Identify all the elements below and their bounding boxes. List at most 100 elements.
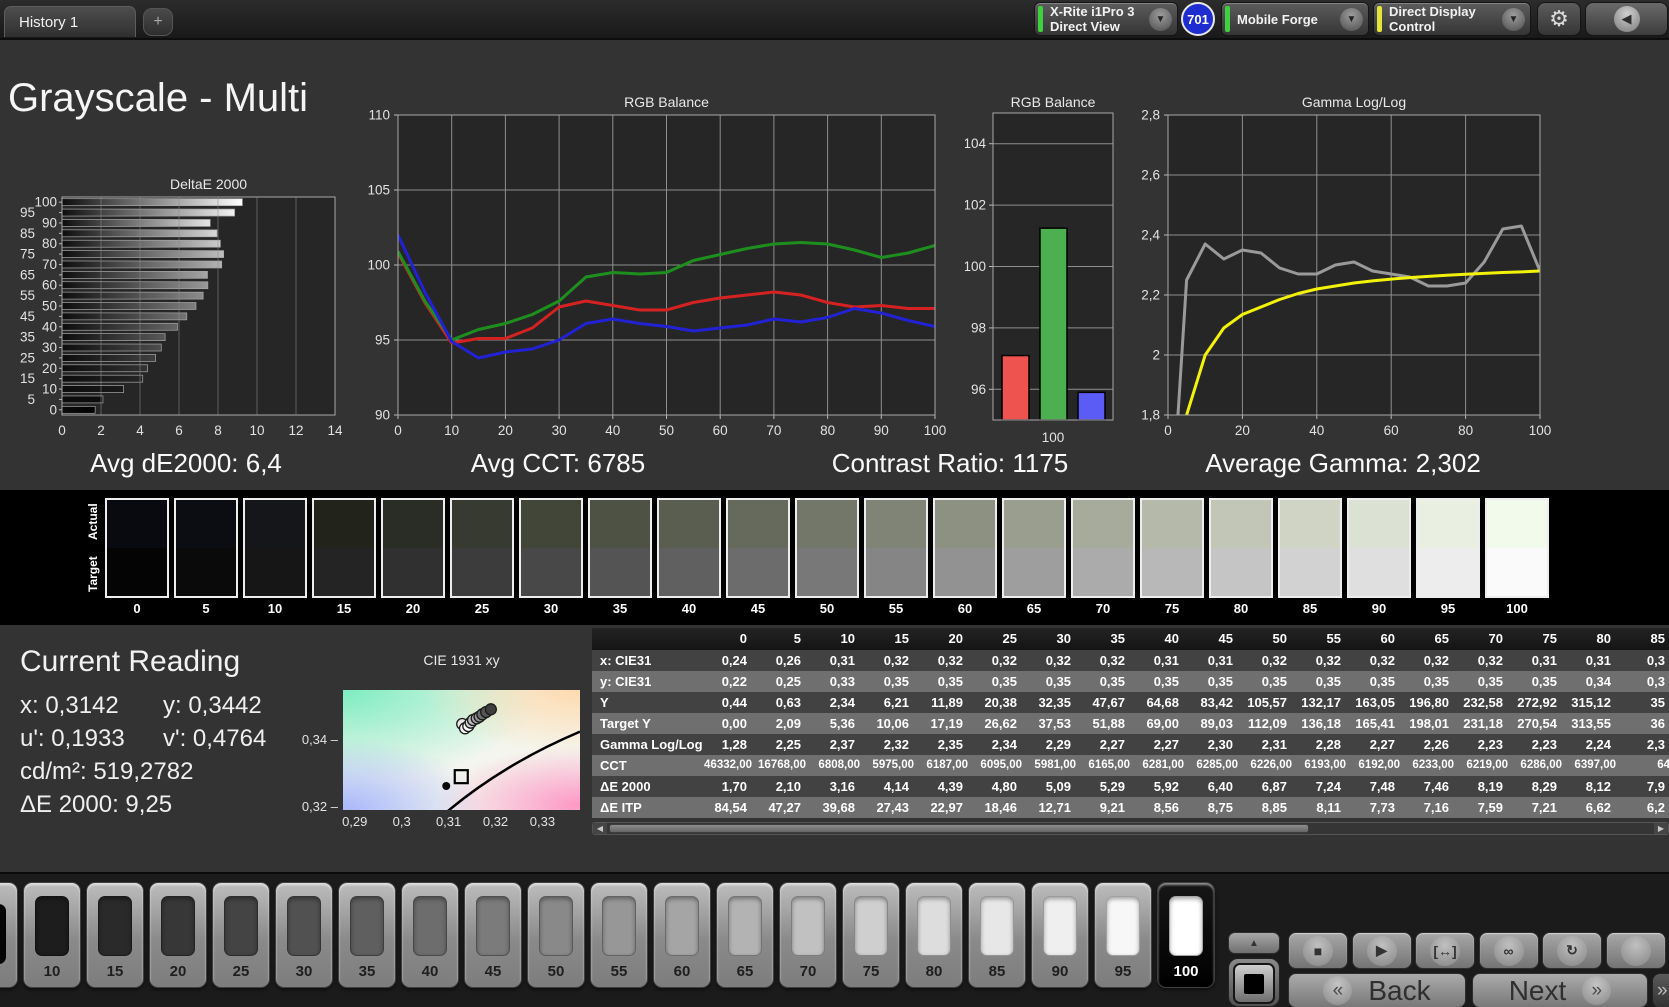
- svg-text:75: 75: [20, 247, 35, 262]
- table-cell: 51,88: [1092, 716, 1125, 731]
- patch-button-30[interactable]: 30: [275, 882, 333, 988]
- table-cell: 165,41: [1355, 716, 1395, 731]
- scroll-right-icon[interactable]: ▶: [1654, 823, 1668, 834]
- patch-button-35[interactable]: 35: [338, 882, 396, 988]
- patch-button-95[interactable]: 95: [1094, 882, 1152, 988]
- swatch-level-label: 65: [1026, 601, 1042, 616]
- svg-text:10: 10: [249, 423, 264, 438]
- patch-button-10[interactable]: 10: [23, 882, 81, 988]
- scroll-up-button[interactable]: ▲: [1228, 932, 1280, 954]
- svg-text:25: 25: [20, 350, 35, 365]
- table-cell: 0,33: [829, 674, 855, 689]
- svg-text:65: 65: [20, 267, 35, 282]
- table-cell: 0,32: [1099, 653, 1125, 668]
- table-row-label: Gamma Log/Log: [600, 737, 703, 752]
- svg-text:20: 20: [498, 423, 513, 438]
- add-tab-button[interactable]: +: [143, 8, 173, 36]
- svg-text:100: 100: [367, 258, 390, 273]
- target-row-label: Target: [86, 556, 100, 592]
- patch-button-100[interactable]: 100: [1157, 882, 1215, 988]
- table-cell: 0,35: [1477, 674, 1503, 689]
- table-cell: 2,23: [1531, 737, 1557, 752]
- table-cell: 2,27: [1369, 737, 1395, 752]
- table-row: Y 0,44 0,63 2,34 6,21 11,89 20,38 32,35 47,67 64,…: [592, 692, 1669, 713]
- settings-button[interactable]: ⚙: [1537, 2, 1581, 36]
- table-scrollbar[interactable]: ◀ ▶: [592, 822, 1669, 835]
- patch-button-80[interactable]: 80: [905, 882, 963, 988]
- svg-text:2,8: 2,8: [1141, 108, 1160, 123]
- record-button[interactable]: [1605, 932, 1666, 969]
- source-dropdown[interactable]: Mobile Forge ▼: [1221, 2, 1369, 36]
- table-cell: 315,12: [1571, 695, 1611, 710]
- grayscale-swatch-60: [933, 498, 997, 598]
- stop-button[interactable]: ■: [1288, 932, 1348, 969]
- collapse-panel-button[interactable]: ◀: [1585, 2, 1668, 36]
- svg-text:4: 4: [136, 423, 144, 438]
- table-cell: 26,62: [984, 716, 1017, 731]
- actual-color: [866, 500, 926, 548]
- measurement-table: 0 5 10 15 20 25 30 35 40 45 50 55 60 65 70 75 80 85 x: CIE…: [592, 628, 1669, 820]
- table-cell: 8,29: [1531, 779, 1557, 794]
- loop-button[interactable]: ∞: [1478, 932, 1539, 969]
- swatch-level-label: 30: [543, 601, 559, 616]
- table-cell: 46332,00: [704, 759, 752, 771]
- patch-button-45[interactable]: 45: [464, 882, 522, 988]
- patch-button-65[interactable]: 65: [716, 882, 774, 988]
- patch-button-85[interactable]: 85: [968, 882, 1026, 988]
- table-cell: 27,43: [876, 800, 909, 815]
- table-cell: 0,32: [1423, 653, 1449, 668]
- svg-text:100: 100: [924, 423, 947, 438]
- table-cell: 0,32: [1045, 653, 1071, 668]
- scroll-left-icon[interactable]: ◀: [593, 823, 607, 834]
- table-scrollbar-thumb[interactable]: [609, 824, 1309, 833]
- next-button[interactable]: Next »: [1472, 973, 1648, 1007]
- patch-button-60[interactable]: 60: [653, 882, 711, 988]
- refresh-button[interactable]: ↻: [1542, 932, 1602, 969]
- patch-button-25[interactable]: 25: [212, 882, 270, 988]
- grayscale-swatch-65: [1002, 498, 1066, 598]
- patch-button-75[interactable]: 75: [842, 882, 900, 988]
- display-control-dropdown[interactable]: Direct Display Control ▼: [1373, 2, 1531, 36]
- patch-button-50[interactable]: 50: [527, 882, 585, 988]
- patch-button-70[interactable]: 70: [779, 882, 837, 988]
- reading-x: x: 0,3142: [20, 692, 119, 719]
- patch-button-edge[interactable]: [0, 882, 18, 988]
- patch-button-55[interactable]: 55: [590, 882, 648, 988]
- play-button[interactable]: ▶: [1351, 932, 1412, 969]
- table-cell: 8,12: [1585, 779, 1611, 794]
- swatch-level-label: 60: [957, 601, 973, 616]
- tab-history-1[interactable]: History 1: [4, 6, 136, 37]
- target-color: [245, 548, 305, 596]
- grayscale-swatch-90: [1347, 498, 1411, 598]
- table-row: ΔE 2000 1,70 2,10 3,16 4,14 4,39 4,80 5,09 5,29 5…: [592, 776, 1669, 797]
- patch-button-20[interactable]: 20: [149, 882, 207, 988]
- patch-button-90[interactable]: 90: [1031, 882, 1089, 988]
- table-cell: 0,32: [883, 653, 909, 668]
- patch-swatch: [98, 895, 132, 956]
- back-button[interactable]: « Back: [1288, 973, 1466, 1007]
- patch-button-15[interactable]: 15: [86, 882, 144, 988]
- table-cell: 0,31: [829, 653, 855, 668]
- meter-dropdown[interactable]: X-Rite i1Pro 3 Direct View ▼: [1034, 2, 1178, 36]
- table-cell: 89,03: [1200, 716, 1233, 731]
- table-column-header: 70: [1488, 631, 1503, 646]
- meter-status-bar: [1038, 6, 1043, 32]
- patch-swatch: [854, 895, 888, 956]
- table-cell: 0,35: [1369, 674, 1395, 689]
- table-cell: 6192,00: [1358, 759, 1400, 771]
- table-cell: 3,16: [829, 779, 855, 794]
- patch-label: 80: [925, 962, 943, 980]
- reading-u: u': 0,1933: [20, 725, 125, 752]
- svg-text:100: 100: [965, 259, 986, 274]
- display-mode-button[interactable]: [1228, 958, 1280, 1007]
- patch-swatch: [224, 895, 258, 956]
- swatch-level-label: 70: [1095, 601, 1111, 616]
- table-column-header: 75: [1542, 631, 1557, 646]
- reading-luminance: cd/m²: 519,2782: [20, 758, 194, 785]
- table-cell: 6808,00: [818, 759, 860, 771]
- patch-button-40[interactable]: 40: [401, 882, 459, 988]
- step-button[interactable]: [↔]: [1415, 932, 1475, 969]
- table-cell: 0,44: [721, 695, 747, 710]
- corner-next-button[interactable]: »: [1652, 973, 1669, 1007]
- table-cell: 2,29: [1045, 737, 1071, 752]
